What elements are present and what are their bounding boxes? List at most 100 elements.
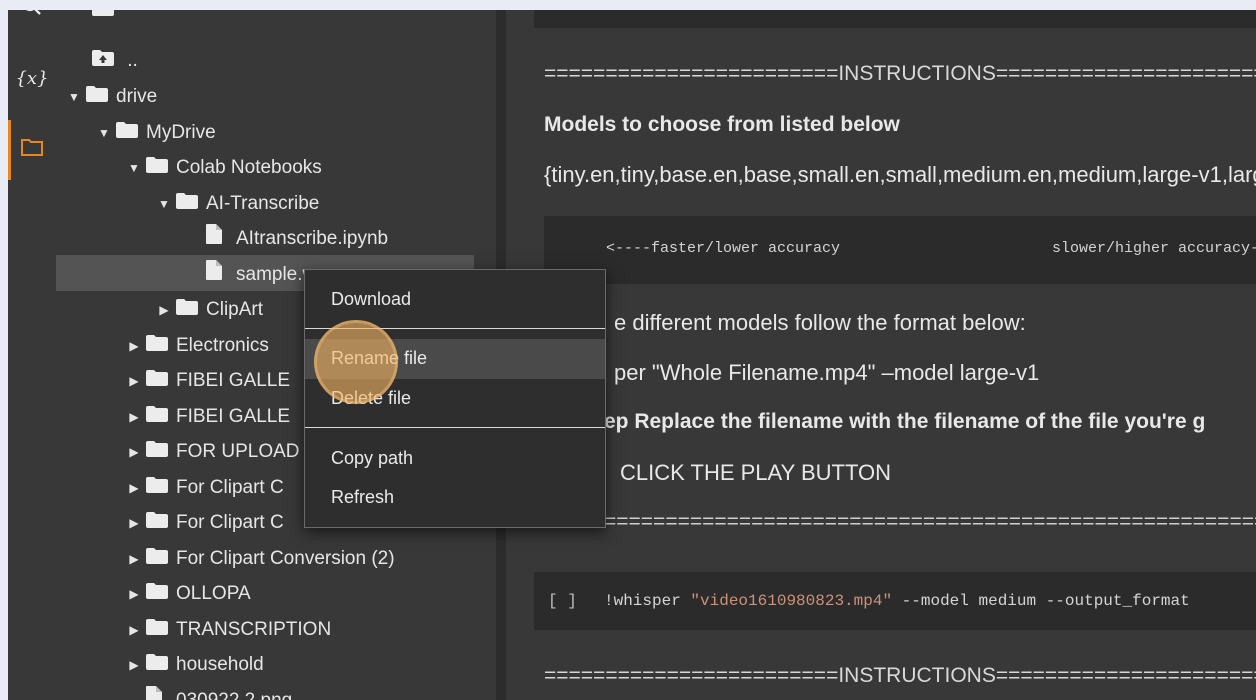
caret-down-icon[interactable]: ▼ <box>62 80 86 114</box>
tree-row-parent[interactable]: .. <box>92 44 138 78</box>
tree-label: 030922 2.png <box>176 689 293 700</box>
variables-icon[interactable]: {x} <box>8 68 56 89</box>
cell-command: !whisper "video1610980823.mp4" --model m… <box>604 592 1190 610</box>
folder-icon <box>146 648 170 682</box>
models-heading: Models to choose from listed below <box>544 113 900 136</box>
files-icon[interactable] <box>8 138 56 161</box>
caret-right-icon[interactable]: ▶ <box>122 542 146 576</box>
tree-label: FIBEI GALLE <box>176 370 291 391</box>
tree-row[interactable]: ▶ FOR UPLOAD <box>122 435 300 469</box>
file-icon <box>206 258 230 292</box>
caret-right-icon[interactable]: ▶ <box>122 577 146 611</box>
tree-row[interactable]: ▶ FIBEI GALLE <box>122 364 290 398</box>
folder-icon <box>176 293 200 327</box>
tree-label: household <box>176 654 264 675</box>
tree-label: TRANSCRIPTION <box>176 618 332 640</box>
file-icon <box>206 222 230 256</box>
tree-label: ClipArt <box>206 299 264 320</box>
caret-right-icon[interactable]: ▶ <box>122 400 146 434</box>
folder-icon <box>116 116 140 150</box>
caret-right-icon[interactable]: ▶ <box>122 506 146 540</box>
caret-down-icon[interactable]: ▼ <box>122 151 146 185</box>
tree-row[interactable]: ▼ Colab Notebooks <box>122 151 322 185</box>
folder-icon <box>146 151 170 185</box>
notebook-area: ========================INSTRUCTIONS====… <box>506 10 1256 700</box>
menu-item-download[interactable]: Download <box>331 289 411 310</box>
caret-right-icon[interactable]: ▶ <box>152 293 176 327</box>
tree-label: OLLOPA <box>176 583 251 604</box>
colab-window: {x} .. ▼ drive ▼ MyDrive ▼ Colab Notebooks ▼ AI… <box>8 10 1256 700</box>
tree-label: AI-Transcribe <box>206 192 320 214</box>
folder-icon <box>146 506 170 540</box>
folder-icon <box>146 329 170 363</box>
tree-row[interactable]: ▶ TRANSCRIPTION <box>122 613 331 647</box>
tree-row[interactable]: ▶ FIBEI GALLE <box>122 400 290 434</box>
replace-line: ep Replace the filename with the filenam… <box>604 410 1206 433</box>
folder-up-icon <box>92 44 116 78</box>
tree-label: FOR UPLOAD <box>176 441 300 462</box>
activity-rail: {x} <box>8 10 56 700</box>
tree-row[interactable]: ▼ MyDrive <box>92 116 216 150</box>
menu-separator <box>305 427 605 428</box>
code-cell-top[interactable] <box>534 10 1256 28</box>
tree-label: For Clipart Conversion (2) <box>176 547 395 569</box>
caret-right-icon[interactable]: ▶ <box>122 364 146 398</box>
tree-row[interactable]: AItranscribe.ipynb <box>182 222 388 256</box>
run-cell-brackets[interactable]: [ ] <box>548 592 577 610</box>
caret-down-icon[interactable]: ▼ <box>152 187 176 221</box>
click-indicator <box>314 320 398 404</box>
tree-label: FIBEI GALLE <box>176 405 291 427</box>
tree-label: For Clipart C <box>176 512 284 533</box>
tree-row[interactable]: ▶ Electronics <box>122 329 269 363</box>
format-line: e different models follow the format bel… <box>614 310 1026 335</box>
tree-label: MyDrive <box>146 121 216 143</box>
caret-right-icon[interactable]: ▶ <box>122 648 146 682</box>
tree-row[interactable]: ▼ drive <box>62 80 157 114</box>
cmd-filename: "video1610980823.mp4" <box>690 592 893 610</box>
speed-left: <----faster/lower accuracy <box>606 240 841 257</box>
folder-icon <box>146 471 170 505</box>
cmd-name: !whisper <box>604 592 681 610</box>
example-line: per "Whole Filename.mp4" –model large-v1 <box>614 360 1040 385</box>
folder-icon <box>86 80 110 114</box>
tree-label: AItranscribe.ipynb <box>236 228 389 249</box>
tree-row[interactable]: 030922 2.png <box>122 684 292 700</box>
instructions-header: ========================INSTRUCTIONS====… <box>544 62 1256 85</box>
models-list: {tiny.en,tiny,base.en,base,small.en,smal… <box>544 162 1256 187</box>
tree-label: Electronics <box>176 334 269 356</box>
folder-icon <box>146 577 170 611</box>
folder-icon <box>146 364 170 398</box>
caret-right-icon[interactable]: ▶ <box>122 613 146 647</box>
tree-row[interactable]: ▶ ClipArt <box>152 293 263 327</box>
whisper-code-cell[interactable]: [ ] !whisper "video1610980823.mp4" --mod… <box>534 572 1256 630</box>
tree-label: Colab Notebooks <box>176 157 322 178</box>
folder-icon <box>92 10 116 28</box>
folder-icon <box>146 400 170 434</box>
tree-row-drive-header <box>92 10 122 28</box>
tree-row[interactable]: ▶ For Clipart C <box>122 471 284 505</box>
speed-code-block: <----faster/lower accuracy slower/higher… <box>544 216 1256 284</box>
search-icon[interactable] <box>8 10 56 26</box>
play-line: CLICK THE PLAY BUTTON <box>620 460 892 485</box>
separator-line: ========================================… <box>604 510 1256 533</box>
tree-row[interactable]: ▶ For Clipart C <box>122 506 284 540</box>
tree-label: .. <box>127 50 138 71</box>
caret-down-icon[interactable]: ▼ <box>92 116 116 150</box>
folder-icon <box>176 187 200 221</box>
tree-row[interactable]: ▶ OLLOPA <box>122 577 251 611</box>
instructions-footer: ========================INSTRUCTIONS====… <box>544 664 1256 687</box>
menu-item-copy-path[interactable]: Copy path <box>331 448 413 469</box>
caret-right-icon[interactable]: ▶ <box>122 471 146 505</box>
tree-row[interactable]: ▼ AI-Transcribe <box>152 187 319 221</box>
tree-label: drive <box>116 86 158 107</box>
caret-right-icon[interactable]: ▶ <box>122 435 146 469</box>
folder-icon <box>146 613 170 647</box>
caret-right-icon[interactable]: ▶ <box>122 329 146 363</box>
folder-icon <box>146 435 170 469</box>
tree-label: For Clipart C <box>176 476 284 498</box>
tree-row[interactable]: ▶ For Clipart Conversion (2) <box>122 542 395 576</box>
tree-row[interactable]: ▶ household <box>122 648 264 682</box>
menu-item-refresh[interactable]: Refresh <box>331 487 394 508</box>
folder-icon <box>146 542 170 576</box>
cmd-args: --model medium --output_format <box>901 592 1190 610</box>
